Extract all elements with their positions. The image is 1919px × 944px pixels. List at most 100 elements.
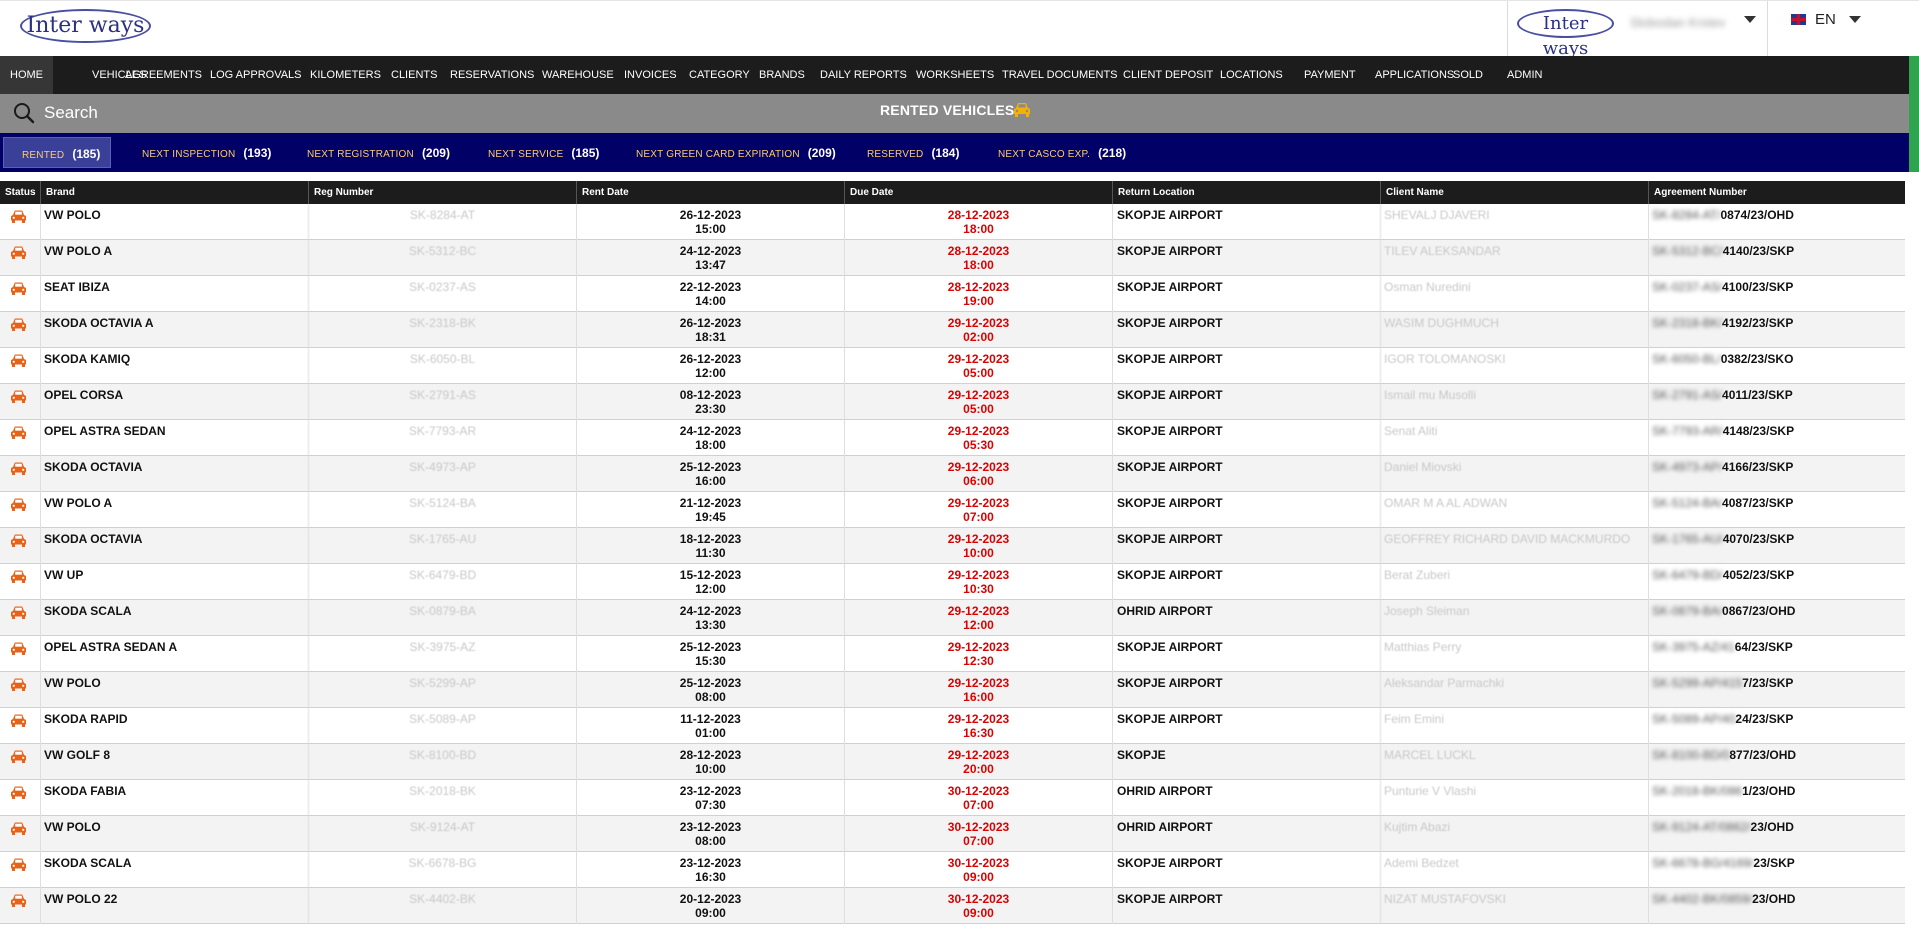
nav-item-warehouse[interactable]: WAREHOUSE xyxy=(532,56,624,94)
nav-item-agreements[interactable]: AGREEMENTS xyxy=(115,56,212,94)
nav-item-admin[interactable]: ADMIN xyxy=(1497,56,1552,94)
user-menu-caret-icon[interactable] xyxy=(1744,16,1756,23)
agreement-number-cell[interactable]: SK-6479-BD/4052/23/SKP xyxy=(1648,564,1905,600)
agreement-number-cell[interactable]: SK-2791-AS/4011/23/SKP xyxy=(1648,384,1905,420)
table-row[interactable]: SKODA SCALA SK-0879-BA 24-12-2023 13:30 29-1… xyxy=(0,600,1905,636)
status-cell[interactable] xyxy=(0,348,40,384)
status-cell[interactable] xyxy=(0,564,40,600)
status-cell[interactable] xyxy=(0,636,40,672)
column-header-agreement-number[interactable]: Agreement Number xyxy=(1648,181,1905,204)
agreement-number-cell[interactable]: SK-8100-BD/0877/23/OHD xyxy=(1648,744,1905,780)
column-header-due-date[interactable]: Due Date xyxy=(844,181,1112,204)
agreement-number-cell[interactable]: SK-5089-AP/4024/23/SKP xyxy=(1648,708,1905,744)
table-row[interactable]: VW POLO SK-5299-AP 25-12-2023 08:00 29-12-20… xyxy=(0,672,1905,708)
status-cell[interactable] xyxy=(0,888,40,924)
tab-next-inspection[interactable]: NEXT INSPECTION (193) xyxy=(134,137,279,168)
tab-next-service[interactable]: NEXT SERVICE (185) xyxy=(480,137,607,168)
table-row[interactable]: VW UP SK-6479-BD 15-12-2023 12:00 29-12-2023… xyxy=(0,564,1905,600)
search-icon[interactable] xyxy=(13,102,35,124)
status-cell[interactable] xyxy=(0,780,40,816)
agreement-number-cell[interactable]: SK-4402-BK/0859/23/OHD xyxy=(1648,888,1905,924)
status-cell[interactable] xyxy=(0,204,40,240)
table-row[interactable]: OPEL ASTRA SEDAN SK-7793-AR 24-12-2023 18:0… xyxy=(0,420,1905,456)
status-cell[interactable] xyxy=(0,492,40,528)
table-row[interactable]: SKODA KAMIQ SK-6050-BL 26-12-2023 12:00 29-1… xyxy=(0,348,1905,384)
nav-item-category[interactable]: CATEGORY xyxy=(679,56,760,94)
agreement-number-cell[interactable]: SK-3975-AZ/4164/23/SKP xyxy=(1648,636,1905,672)
column-header-reg-number[interactable]: Reg Number xyxy=(308,181,576,204)
nav-item-client-deposit[interactable]: CLIENT DEPOSIT xyxy=(1113,56,1223,94)
table-row[interactable]: VW POLO SK-9124-AT 23-12-2023 08:00 30-12-20… xyxy=(0,816,1905,852)
table-row[interactable]: SKODA RAPID SK-5089-AP 11-12-2023 01:00 29-1… xyxy=(0,708,1905,744)
nav-item-home[interactable]: HOME xyxy=(0,56,53,94)
status-cell[interactable] xyxy=(0,276,40,312)
agreement-number-cell[interactable]: SK-2318-BK/4192/23/SKP xyxy=(1648,312,1905,348)
agreement-number-cell[interactable]: SK-1765-AU/4070/23/SKP xyxy=(1648,528,1905,564)
nav-item-payment[interactable]: PAYMENT xyxy=(1294,56,1366,94)
agreement-number-cell[interactable]: SK-5124-BA/4087/23/SKP xyxy=(1648,492,1905,528)
tab-next-green-card-expiration[interactable]: NEXT GREEN CARD EXPIRATION (209) xyxy=(628,137,844,168)
status-cell[interactable] xyxy=(0,420,40,456)
agreement-number-cell[interactable]: SK-8284-AT/0874/23/OHD xyxy=(1648,204,1905,240)
status-cell[interactable] xyxy=(0,384,40,420)
agreement-number-cell[interactable]: SK-5299-AP/4157/23/SKP xyxy=(1648,672,1905,708)
table-row[interactable]: VW POLO 22 SK-4402-BK 20-12-2023 09:00 30-12… xyxy=(0,888,1905,924)
table-row[interactable]: VW POLO A SK-5312-BC 24-12-2023 13:47 28-12-… xyxy=(0,240,1905,276)
table-row[interactable]: SKODA SCALA SK-6678-BG 23-12-2023 16:30 30-1… xyxy=(0,852,1905,888)
tab-next-registration[interactable]: NEXT REGISTRATION (209) xyxy=(299,137,458,168)
tab-reserved[interactable]: RESERVED (184) xyxy=(859,137,967,168)
nav-item-travel-documents[interactable]: TRAVEL DOCUMENTS xyxy=(992,56,1128,94)
column-header-status[interactable]: Status xyxy=(0,181,40,204)
column-header-client-name[interactable]: Client Name xyxy=(1380,181,1648,204)
status-cell[interactable] xyxy=(0,744,40,780)
nav-item-log-approvals[interactable]: LOG APPROVALS xyxy=(200,56,312,94)
nav-item-sold[interactable]: SOLD xyxy=(1443,56,1493,94)
tab-next-casco-exp[interactable]: NEXT CASCO EXP. (218) xyxy=(990,137,1134,168)
status-cell[interactable] xyxy=(0,456,40,492)
agreement-number-cell[interactable]: SK-9124-AT/0862/23/OHD xyxy=(1648,816,1905,852)
table-row[interactable]: SEAT IBIZA SK-0237-AS 22-12-2023 14:00 28-12… xyxy=(0,276,1905,312)
nav-item-reservations[interactable]: RESERVATIONS xyxy=(440,56,544,94)
status-cell[interactable] xyxy=(0,240,40,276)
table-row[interactable]: VW POLO SK-8284-AT 26-12-2023 15:00 28-12-20… xyxy=(0,204,1905,240)
table-row[interactable]: VW POLO A SK-5124-BA 21-12-2023 19:45 29-12-… xyxy=(0,492,1905,528)
language-caret-icon[interactable] xyxy=(1849,16,1861,23)
column-header-rent-date[interactable]: Rent Date xyxy=(576,181,844,204)
nav-item-brands[interactable]: BRANDS xyxy=(749,56,815,94)
status-cell[interactable] xyxy=(0,816,40,852)
nav-item-clients[interactable]: CLIENTS xyxy=(381,56,447,94)
agreement-number-cell[interactable]: SK-0237-AS/4100/23/SKP xyxy=(1648,276,1905,312)
language-selector[interactable]: EN xyxy=(1815,11,1836,28)
status-cell[interactable] xyxy=(0,708,40,744)
table-row[interactable]: SKODA OCTAVIA A SK-2318-BK 26-12-2023 18:31… xyxy=(0,312,1905,348)
column-header-brand[interactable]: Brand xyxy=(40,181,308,204)
table-row[interactable]: SKODA OCTAVIA SK-1765-AU 18-12-2023 11:30 29… xyxy=(0,528,1905,564)
agreement-number-cell[interactable]: SK-6050-BL/0382/23/SKO xyxy=(1648,348,1905,384)
table-row[interactable]: OPEL CORSA SK-2791-AS 08-12-2023 23:30 29-12… xyxy=(0,384,1905,420)
nav-item-locations[interactable]: LOCATIONS xyxy=(1210,56,1293,94)
status-cell[interactable] xyxy=(0,852,40,888)
status-cell[interactable] xyxy=(0,600,40,636)
table-row[interactable]: OPEL ASTRA SEDAN A SK-3975-AZ 25-12-2023 15… xyxy=(0,636,1905,672)
nav-item-daily-reports[interactable]: DAILY REPORTS xyxy=(810,56,917,94)
table-row[interactable]: VW GOLF 8 SK-8100-BD 28-12-2023 10:00 29-12-… xyxy=(0,744,1905,780)
company-logo[interactable]: Inter ways xyxy=(20,9,151,43)
search-input[interactable]: Search xyxy=(44,103,98,123)
user-name[interactable]: Slobodan Krstev xyxy=(1630,15,1725,30)
agreement-number-cell[interactable]: SK-2018-BK/0861/23/OHD xyxy=(1648,780,1905,816)
table-row[interactable]: SKODA FABIA SK-2018-BK 23-12-2023 07:30 30-1… xyxy=(0,780,1905,816)
table-row[interactable]: SKODA OCTAVIA SK-4973-AP 25-12-2023 16:00 29… xyxy=(0,456,1905,492)
tab-rented[interactable]: RENTED (185) xyxy=(3,137,112,168)
agreement-number-cell[interactable]: SK-4973-AP/4166/23/SKP xyxy=(1648,456,1905,492)
status-cell[interactable] xyxy=(0,528,40,564)
agreement-number-cell[interactable]: SK-5312-BC/4140/23/SKP xyxy=(1648,240,1905,276)
nav-item-invoices[interactable]: INVOICES xyxy=(614,56,687,94)
agreement-number-cell[interactable]: SK-0879-BA/0867/23/OHD xyxy=(1648,600,1905,636)
nav-item-kilometers[interactable]: KILOMETERS xyxy=(300,56,391,94)
nav-item-worksheets[interactable]: WORKSHEETS xyxy=(906,56,1004,94)
status-cell[interactable] xyxy=(0,312,40,348)
column-header-return-location[interactable]: Return Location xyxy=(1112,181,1380,204)
status-cell[interactable] xyxy=(0,672,40,708)
agreement-number-cell[interactable]: SK-6678-BG/4169/23/SKP xyxy=(1648,852,1905,888)
agreement-number-cell[interactable]: SK-7793-AR/4148/23/SKP xyxy=(1648,420,1905,456)
